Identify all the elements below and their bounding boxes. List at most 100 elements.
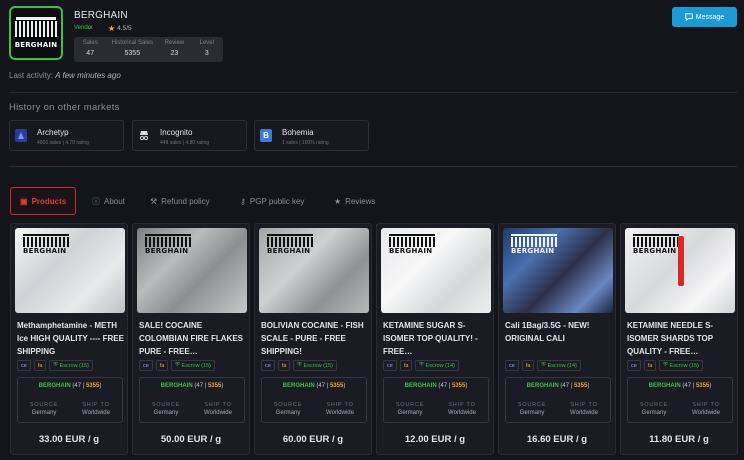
product-title[interactable]: BOLIVIAN COCAINE - FISH SCALE - PURE - F… (261, 319, 369, 358)
vendor-rating: ★ 4.5/5 (108, 24, 132, 33)
seller-box: BERGHAIN (47 | 5355) SOURCE Germany SHIP TO… (261, 377, 367, 423)
seller-box: BERGHAIN (47 | 5355) SOURCE Germany SHIP TO… (627, 377, 733, 423)
tab-reviews[interactable]: ★ Reviews (334, 187, 375, 215)
seller-name[interactable]: BERGHAIN (47 | 5355) (18, 383, 122, 389)
market-card-archetyp[interactable]: Archetyp 4906 sales | 4.70 rating (9, 120, 124, 151)
product-image[interactable]: BERGHAIN (381, 228, 491, 313)
key-icon: ⚷ (240, 196, 246, 206)
badge-fa: fa (155, 360, 169, 371)
product-badges: ce fa ⛨ Escrow (15) (627, 360, 703, 371)
badge-ce: ce (627, 360, 641, 371)
box-icon: ▣ (20, 196, 28, 206)
tab-refund-policy[interactable]: ⚒ Refund policy (150, 187, 210, 215)
product-price: 16.60 EUR / g (526, 434, 588, 445)
vendor-name: BERGHAIN (74, 10, 128, 21)
shield-icon: ⛨ (541, 362, 546, 368)
archetyp-icon (15, 129, 27, 142)
badge-ce: ce (139, 360, 153, 371)
ship-to-info: SHIP TO Worldwide (204, 402, 232, 416)
product-title[interactable]: KETAMINE SUGAR S-ISOMER TOP QUALITY! - F… (383, 319, 491, 358)
tab-pgp-public-key[interactable]: ⚷ PGP public key (240, 187, 304, 215)
product-image[interactable]: BERGHAIN (137, 228, 247, 313)
source-info: SOURCE Germany (273, 402, 303, 416)
shield-icon: ⛨ (663, 362, 668, 368)
badge-ce: ce (383, 360, 397, 371)
seller-box: BERGHAIN (47 | 5355) SOURCE Germany SHIP TO… (505, 377, 611, 423)
product-card[interactable]: BERGHAIN SALE! COCAINE COLOMBIAN FIRE FLA… (132, 223, 250, 455)
vendor-watermark: BERGHAIN (511, 233, 557, 255)
source-info: SOURCE Germany (29, 402, 59, 416)
product-price: 11.80 EUR / g (649, 434, 709, 445)
product-card[interactable]: BERGHAIN BOLIVIAN COCAINE - FISH SCALE - … (254, 223, 372, 455)
seller-name[interactable]: BERGHAIN (47 | 5355) (384, 383, 488, 389)
product-badges: ce fa ⛨ Escrow (15) (17, 360, 93, 371)
seller-name[interactable]: BERGHAIN (47 | 5355) (140, 383, 244, 389)
star-icon: ★ (334, 196, 342, 206)
message-button-label: Message (695, 13, 725, 21)
vendor-logo-text: BERGHAIN (14, 41, 58, 49)
badge-fa: fa (33, 360, 47, 371)
seller-name[interactable]: BERGHAIN (47 | 5355) (262, 383, 366, 389)
badge-fa: fa (277, 360, 291, 371)
tab-about[interactable]: ⓘ About (92, 187, 125, 215)
vendor-watermark: BERGHAIN (633, 233, 679, 255)
product-title[interactable]: Methamphetamine - METH Ice HIGH QUALITY … (17, 319, 125, 358)
product-card[interactable]: BERGHAIN Methamphetamine - METH Ice HIGH … (10, 223, 128, 455)
product-title[interactable]: KETAMINE NEEDLE S-ISOMER SHARDS TOP QUAL… (627, 319, 735, 358)
product-image[interactable]: BERGHAIN (259, 228, 369, 313)
vendor-role: Vendor (74, 25, 94, 31)
stat-sales: Sales 47 (82, 40, 98, 57)
escrow-badge: ⛨ Escrow (14) (537, 360, 581, 371)
vendor-stats: Sales 47 Historical Sales 5355 Review 23 Le… (74, 37, 223, 62)
badge-ce: ce (505, 360, 519, 371)
badge-fa: fa (521, 360, 535, 371)
vendor-rating-value: 4.5/5 (117, 25, 132, 32)
vendor-watermark: BERGHAIN (23, 233, 69, 255)
market-card-bohemia[interactable]: B Bohemia 1 sales | 100% rating (254, 120, 369, 151)
ship-to-info: SHIP TO Worldwide (692, 402, 720, 416)
divider (9, 92, 737, 93)
market-card-incognito[interactable]: Incognito 448 sales | 4.80 rating (132, 120, 247, 151)
tab-products[interactable]: ▣ Products (10, 187, 77, 215)
badge-fa: fa (643, 360, 657, 371)
product-image[interactable]: BERGHAIN (15, 228, 125, 313)
product-badges: ce fa ⛨ Escrow (15) (261, 360, 337, 371)
product-title[interactable]: SALE! COCAINE COLOMBIAN FIRE FLAKES PURE… (139, 319, 247, 358)
product-card[interactable]: BERGHAIN KETAMINE SUGAR S-ISOMER TOP QUAL… (376, 223, 494, 455)
shield-icon: ⛨ (419, 362, 424, 368)
seller-name[interactable]: BERGHAIN (47 | 5355) (506, 383, 610, 389)
seller-box: BERGHAIN (47 | 5355) SOURCE Germany SHIP TO… (17, 377, 123, 423)
vendor-logo: BERGHAIN (9, 6, 63, 60)
product-title[interactable]: Cali 1Bag/3.5G - NEW! ORIGINAL CALI (505, 319, 613, 358)
product-badges: ce fa ⛨ Escrow (14) (505, 360, 581, 371)
product-image[interactable]: BERGHAIN (503, 228, 613, 313)
stat-historical-sales: Historical Sales 5355 (111, 40, 153, 57)
star-icon: ★ (108, 24, 116, 33)
vendor-watermark: BERGHAIN (267, 233, 313, 255)
product-card[interactable]: BERGHAIN KETAMINE NEEDLE S-ISOMER SHARDS … (620, 223, 738, 455)
badge-ce: ce (17, 360, 31, 371)
stat-level: Level 3 (199, 40, 214, 57)
markets-section-title: History on other markets (9, 102, 120, 113)
vendor-watermark: BERGHAIN (389, 233, 435, 255)
info-icon: ⓘ (92, 196, 100, 206)
shield-icon: ⛨ (53, 362, 58, 368)
product-price: 50.00 EUR / g (160, 434, 222, 445)
seller-name[interactable]: BERGHAIN (47 | 5355) (628, 383, 732, 389)
message-button[interactable]: Message (672, 7, 737, 27)
escrow-badge: ⛨ Escrow (15) (49, 360, 93, 371)
product-card[interactable]: BERGHAIN Cali 1Bag/3.5G - NEW! ORIGINAL C… (498, 223, 616, 455)
escrow-badge: ⛨ Escrow (15) (171, 360, 215, 371)
product-image[interactable]: BERGHAIN (625, 228, 735, 313)
product-badges: ce fa ⛨ Escrow (14) (383, 360, 459, 371)
product-price: 12.00 EUR / g (404, 434, 466, 445)
divider (9, 166, 737, 167)
ship-to-info: SHIP TO Worldwide (570, 402, 598, 416)
badge-fa: fa (399, 360, 413, 371)
shield-icon: ⛨ (297, 362, 302, 368)
hammer-icon: ⚒ (150, 196, 158, 206)
last-activity-value: A few minutes ago (55, 71, 121, 80)
vendor-watermark: BERGHAIN (145, 233, 191, 255)
source-info: SOURCE Germany (517, 402, 547, 416)
escrow-badge: ⛨ Escrow (14) (415, 360, 459, 371)
